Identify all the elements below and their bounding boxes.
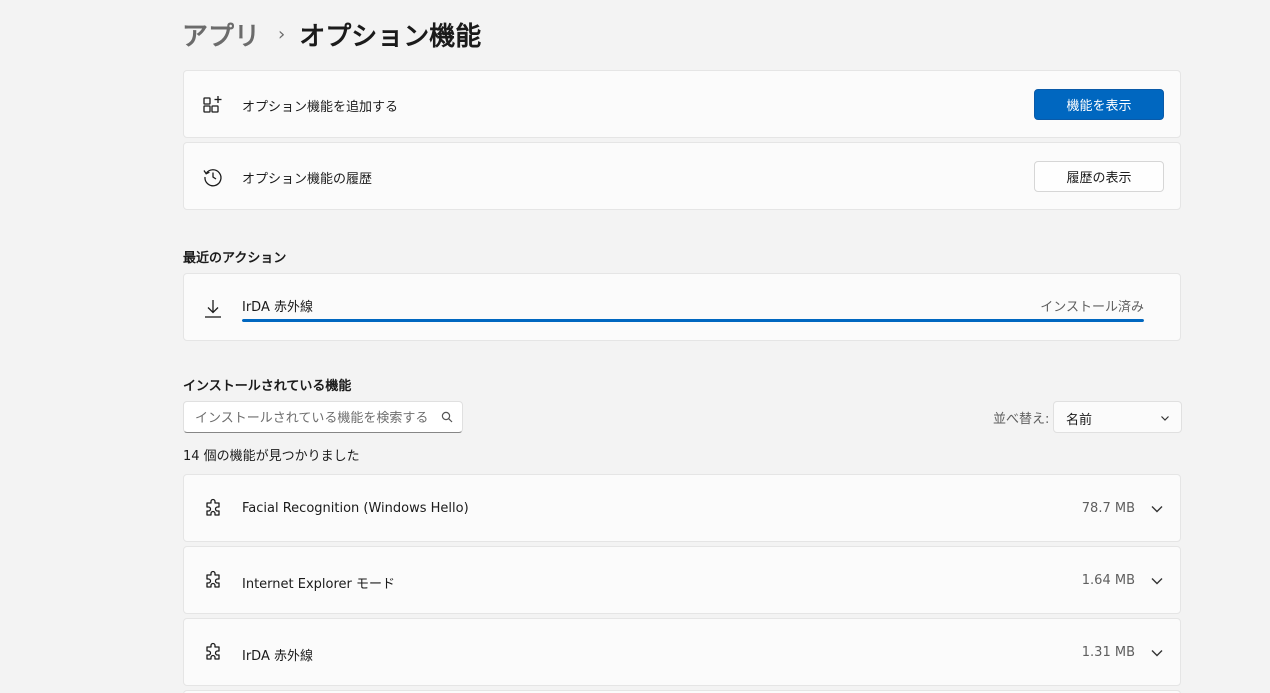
chevron-down-icon[interactable] — [1149, 645, 1165, 661]
feature-search-box — [183, 401, 463, 433]
feature-name: Facial Recognition (Windows Hello) — [242, 501, 469, 516]
recent-action-card: IrDA 赤外線 インストール済み — [183, 273, 1181, 341]
feature-count: 14 個の機能が見つかりました — [183, 449, 360, 464]
feature-search-input[interactable] — [193, 407, 437, 429]
recent-action-status: インストール済み — [1040, 300, 1144, 315]
view-history-button[interactable]: 履歴の表示 — [1034, 161, 1164, 192]
chevron-down-icon[interactable] — [1149, 501, 1165, 517]
feature-size: 1.64 MB — [1081, 573, 1135, 588]
feature-row[interactable]: Facial Recognition (Windows Hello) 78.7 … — [183, 474, 1181, 542]
feature-size: 78.7 MB — [1081, 501, 1135, 516]
sort-dropdown[interactable]: 名前 — [1053, 401, 1182, 433]
page-title: オプション機能 — [299, 21, 482, 52]
breadcrumb-separator: › — [278, 23, 286, 45]
install-progress-bar — [242, 319, 1144, 322]
add-feature-label: オプション機能を追加する — [242, 100, 399, 115]
breadcrumb-apps-link[interactable]: アプリ — [182, 16, 260, 53]
feature-name: IrDA 赤外線 — [242, 649, 313, 664]
puzzle-icon — [202, 642, 224, 664]
breadcrumb: アプリ › オプション機能 — [182, 14, 481, 54]
sort-value: 名前 — [1066, 413, 1093, 428]
recent-actions-heading: 最近のアクション — [183, 251, 287, 266]
puzzle-icon — [202, 570, 224, 592]
feature-row[interactable]: Internet Explorer モード 1.64 MB — [183, 546, 1181, 614]
chevron-down-icon — [1160, 413, 1170, 423]
search-icon — [441, 411, 453, 423]
puzzle-icon — [202, 498, 224, 520]
feature-row[interactable]: IrDA 赤外線 1.31 MB — [183, 618, 1181, 686]
optional-features-page: アプリ › オプション機能 オプション機能を追加する 機能を表示 オプション機能 — [0, 0, 1270, 693]
history-card: オプション機能の履歴 履歴の表示 — [183, 142, 1181, 210]
view-features-button[interactable]: 機能を表示 — [1034, 89, 1164, 120]
sort-label: 並べ替え: — [993, 412, 1050, 427]
installed-features-heading: インストールされている機能 — [183, 379, 352, 394]
download-icon — [202, 298, 224, 320]
recent-action-name: IrDA 赤外線 — [242, 300, 313, 315]
add-feature-card: オプション機能を追加する 機能を表示 — [183, 70, 1181, 138]
install-progress-fill — [242, 319, 1144, 322]
chevron-down-icon[interactable] — [1149, 573, 1165, 589]
add-apps-icon — [202, 94, 224, 116]
history-label: オプション機能の履歴 — [242, 172, 373, 187]
feature-name: Internet Explorer モード — [242, 577, 396, 592]
feature-size: 1.31 MB — [1081, 645, 1135, 660]
history-icon — [202, 166, 224, 188]
